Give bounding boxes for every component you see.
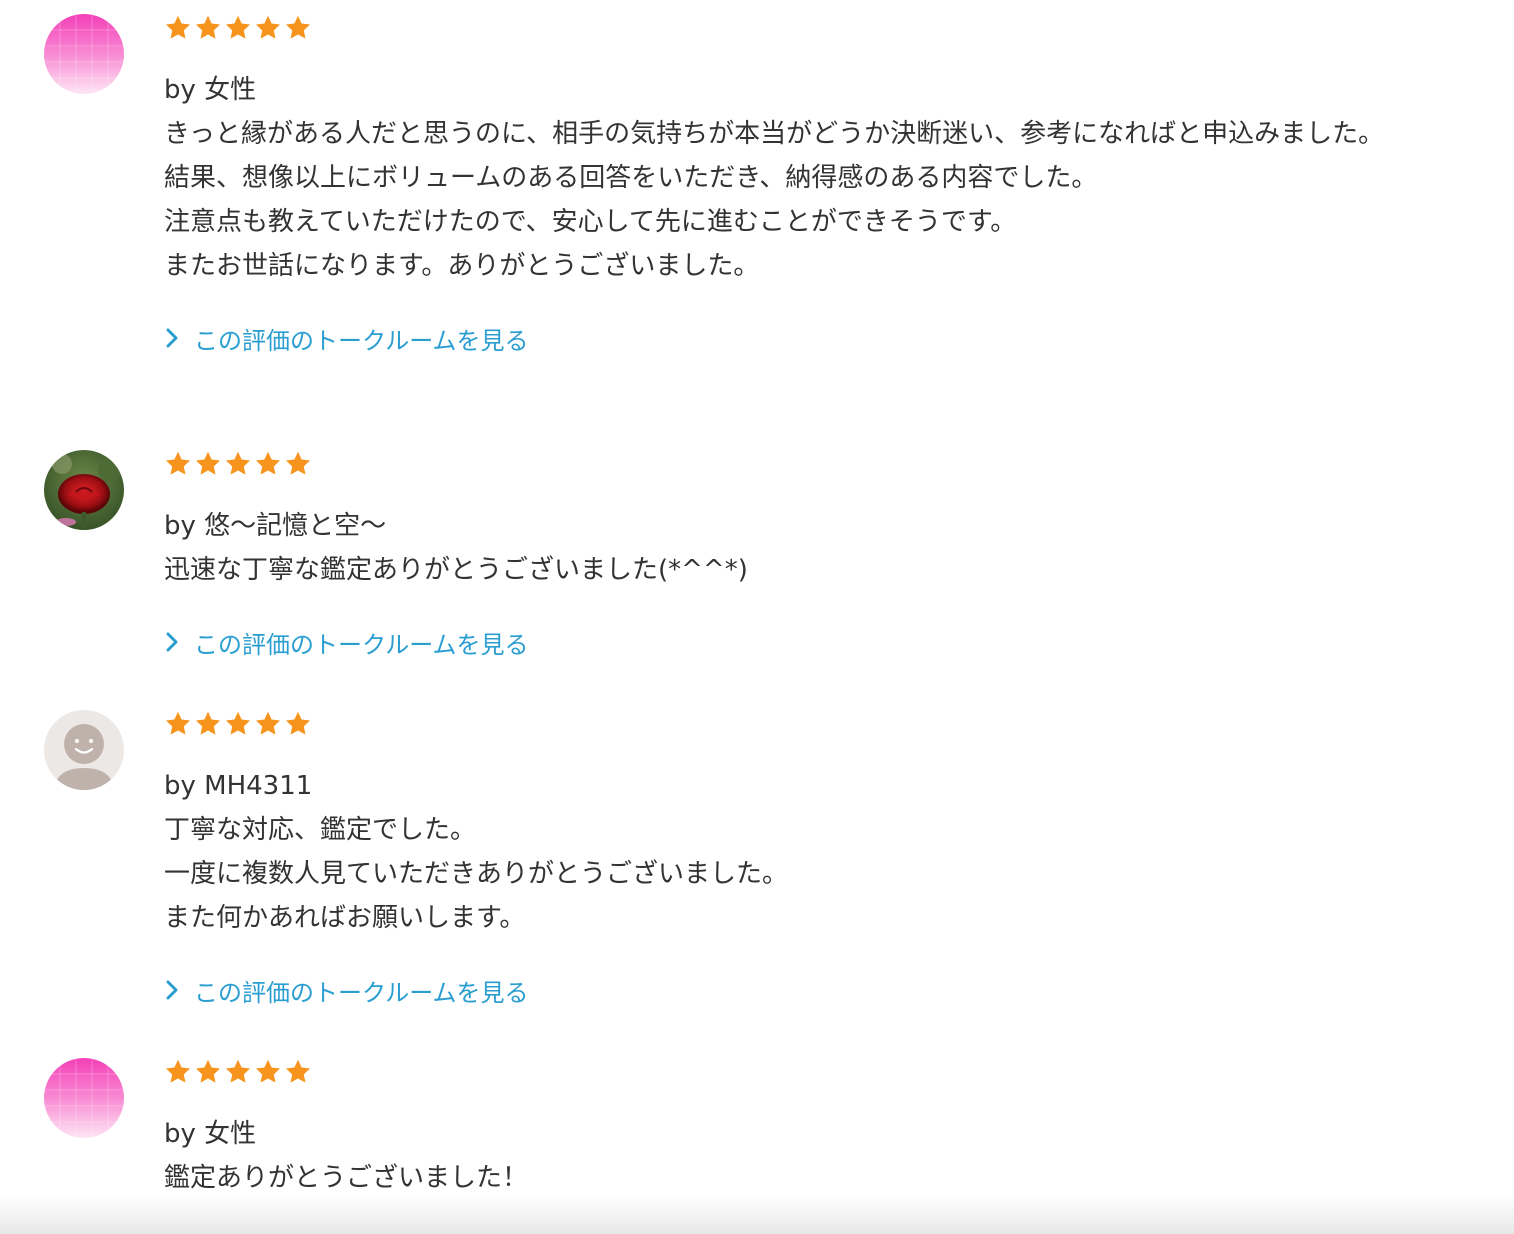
view-talkroom-label: この評価のトークルームを見る [194, 978, 529, 1007]
star-rating [164, 450, 1444, 482]
star-icon [285, 1059, 311, 1083]
review-text-line: またお世話になります。ありがとうございました。 [164, 251, 760, 281]
review-content: by 女性 きっと縁がある人だと思うのに、相手の気持ちが本当がどうか決断迷い、参… [164, 14, 1444, 360]
pink-gradient-avatar-icon[interactable] [44, 14, 124, 94]
chevron-right-icon [166, 980, 178, 1000]
star-icon [255, 1059, 281, 1083]
reviewer-name: by MH4311 [164, 771, 313, 801]
star-icon [255, 15, 281, 39]
default-person-avatar-icon[interactable] [44, 710, 124, 790]
star-icon [195, 15, 221, 39]
review-content: by 女性 鑑定ありがとうございました！ [164, 1058, 1444, 1200]
view-talkroom-link[interactable]: この評価のトークルームを見る [164, 968, 1444, 1012]
star-icon [195, 711, 221, 735]
review-text-line: また何かあればお願いします。 [164, 903, 526, 933]
star-icon [255, 711, 281, 735]
review-list: by 女性 きっと縁がある人だと思うのに、相手の気持ちが本当がどうか決断迷い、参… [0, 0, 1514, 1234]
star-icon [165, 15, 191, 39]
view-talkroom-link[interactable]: この評価のトークルームを見る [164, 316, 1444, 360]
view-talkroom-link[interactable]: この評価のトークルームを見る [164, 620, 1444, 664]
star-icon [165, 1059, 191, 1083]
star-icon [225, 1059, 251, 1083]
reviewer-name: by 女性 [164, 1119, 257, 1149]
star-rating [164, 14, 1444, 46]
review-content: by MH4311 丁寧な対応、鑑定でした。 一度に複数人見ていただきありがとう… [164, 710, 1444, 1012]
review-text-line: 丁寧な対応、鑑定でした。 [164, 815, 477, 845]
reviewer-name: by 悠〜記憶と空〜 [164, 511, 387, 541]
review-text-line: 一度に複数人見ていただきありがとうございました。 [164, 859, 789, 889]
review-text: きっと縁がある人だと思うのに、相手の気持ちが本当がどうか決断迷い、参考になればと… [164, 112, 1444, 288]
star-rating [164, 710, 1444, 742]
review-text-line: 結果、想像以上にボリュームのある回答をいただき、納得感のある内容でした。 [164, 163, 1098, 193]
star-icon [195, 451, 221, 475]
star-icon [285, 711, 311, 735]
star-icon [285, 451, 311, 475]
review-text: 丁寧な対応、鑑定でした。 一度に複数人見ていただきありがとうございました。 また… [164, 808, 1444, 940]
pink-gradient-avatar-icon[interactable] [44, 1058, 124, 1138]
view-talkroom-label: この評価のトークルームを見る [194, 630, 529, 659]
review-text-line: 注意点も教えていただけたので、安心して先に進むことができそうです。 [164, 207, 1017, 237]
star-icon [165, 451, 191, 475]
star-icon [195, 1059, 221, 1083]
bottom-fade [0, 1194, 1514, 1234]
star-rating [164, 1058, 1444, 1090]
chevron-right-icon [166, 632, 178, 652]
star-icon [225, 451, 251, 475]
star-icon [285, 15, 311, 39]
star-icon [255, 451, 281, 475]
reviewer-name: by 女性 [164, 75, 257, 105]
star-icon [225, 711, 251, 735]
star-icon [165, 711, 191, 735]
star-icon [225, 15, 251, 39]
review-text-line: 迅速な丁寧な鑑定ありがとうございました(*^^*) [164, 555, 748, 585]
red-rose-photo-avatar-icon[interactable] [44, 450, 124, 530]
chevron-right-icon [166, 328, 178, 348]
view-talkroom-label: この評価のトークルームを見る [194, 326, 529, 355]
review-text: 迅速な丁寧な鑑定ありがとうございました(*^^*) [164, 548, 1444, 592]
review-text-line: きっと縁がある人だと思うのに、相手の気持ちが本当がどうか決断迷い、参考になればと… [164, 119, 1385, 149]
review-content: by 悠〜記憶と空〜 迅速な丁寧な鑑定ありがとうございました(*^^*) この評… [164, 450, 1444, 664]
